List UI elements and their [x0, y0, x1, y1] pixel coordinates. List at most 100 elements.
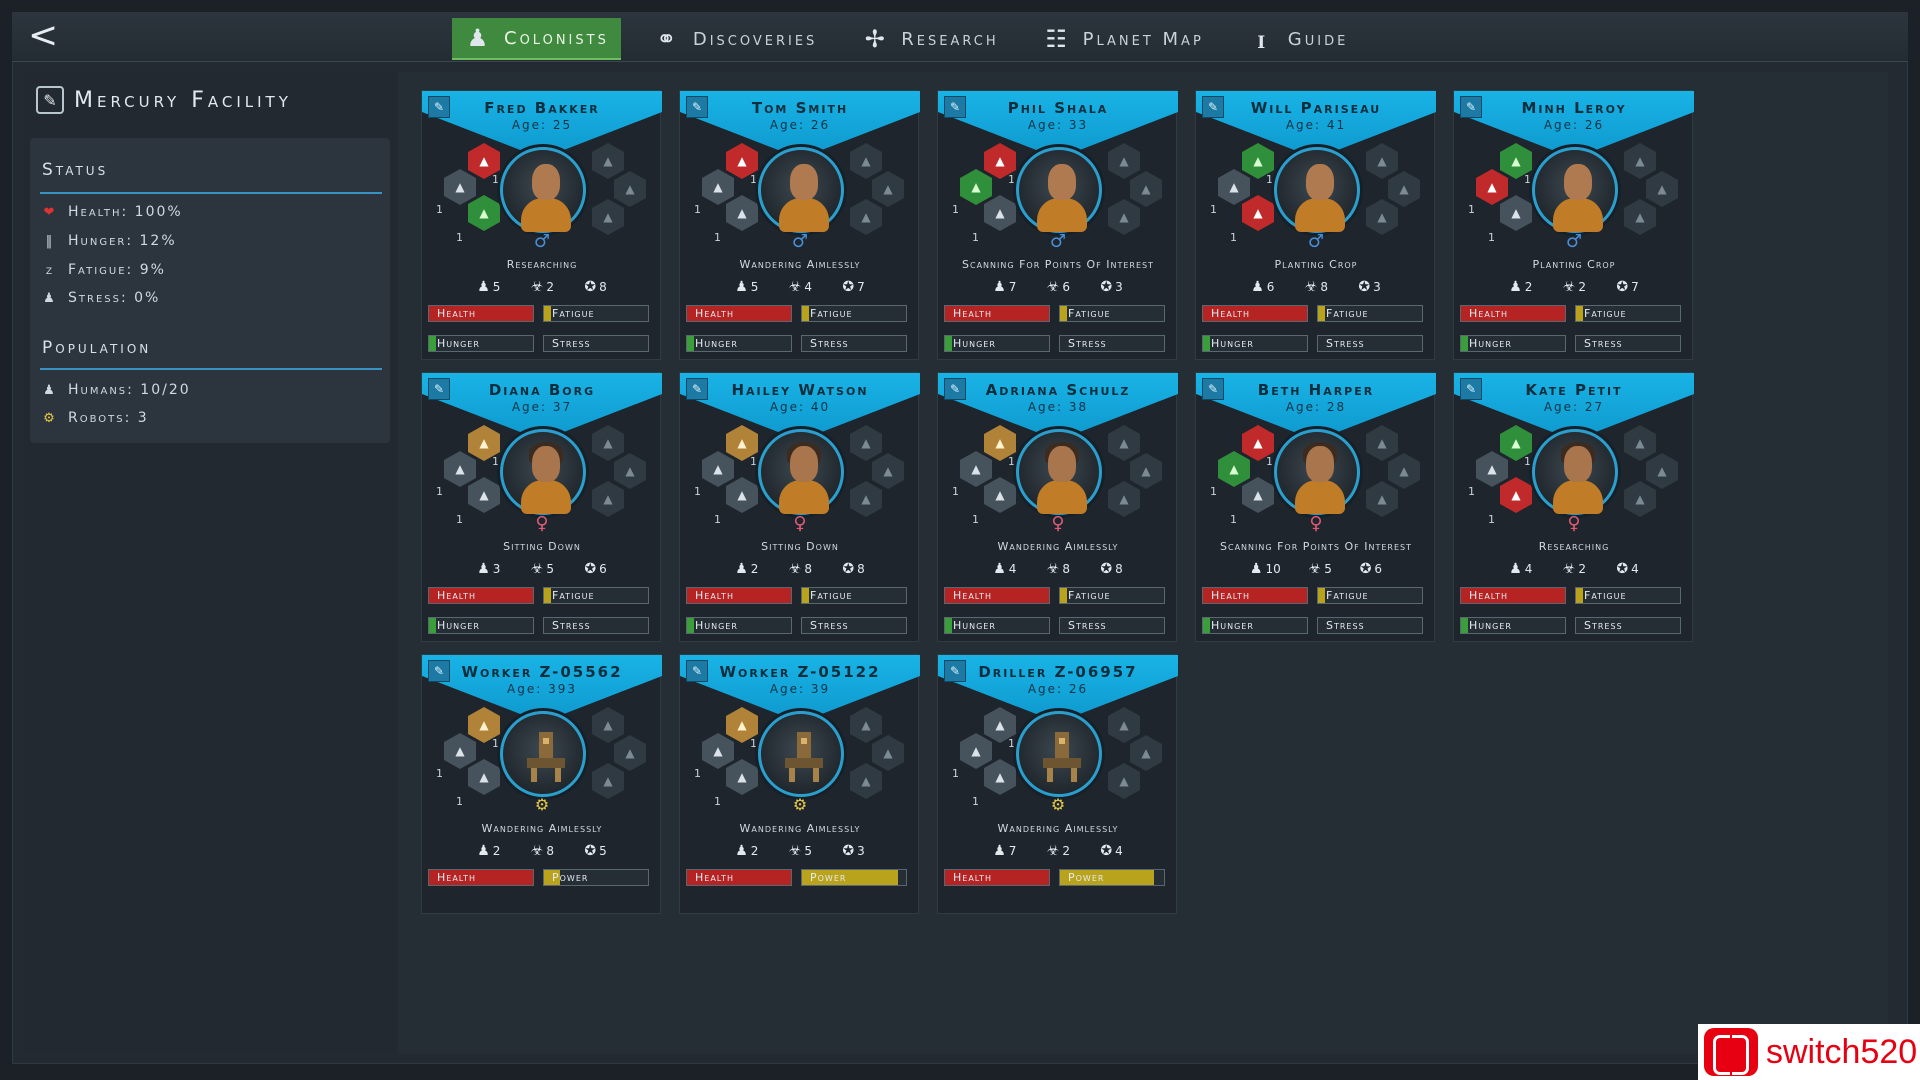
- colonist-portrait[interactable]: [500, 429, 586, 515]
- tab-research[interactable]: ✢ Research: [849, 18, 1010, 60]
- empty-slot-hex[interactable]: ▲: [1388, 171, 1420, 207]
- empty-slot-hex[interactable]: ▲: [1624, 199, 1656, 235]
- tab-discoveries[interactable]: ⚭ Discoveries: [641, 18, 829, 60]
- skill-hex[interactable]: ▲: [468, 477, 500, 513]
- colonist-card[interactable]: ✎ Diana Borg Age: 37 ▲ ▲ ▲ 1 1 1 ▲ ▲ ▲ ♀ Sitting Down…: [421, 372, 662, 642]
- colonist-card[interactable]: ✎ Worker Z-05122 Age: 39 ▲ ▲ ▲ 1 1 1 ▲ ▲ ▲ ⚙ Wanderin…: [679, 654, 920, 914]
- colonist-portrait[interactable]: [1532, 147, 1618, 233]
- empty-slot-hex[interactable]: ▲: [1108, 425, 1140, 461]
- skill-hex[interactable]: ▲: [468, 195, 500, 231]
- skill-hex[interactable]: ▲: [702, 733, 734, 769]
- skill-hex[interactable]: ▲: [726, 477, 758, 513]
- empty-slot-hex[interactable]: ▲: [1108, 707, 1140, 743]
- colonist-portrait[interactable]: [1274, 429, 1360, 515]
- empty-slot-hex[interactable]: ▲: [872, 453, 904, 489]
- empty-slot-hex[interactable]: ▲: [850, 425, 882, 461]
- skill-hex[interactable]: ▲: [960, 451, 992, 487]
- skill-hex[interactable]: ▲: [444, 733, 476, 769]
- empty-slot-hex[interactable]: ▲: [1130, 453, 1162, 489]
- empty-slot-hex[interactable]: ▲: [850, 143, 882, 179]
- colonist-card[interactable]: ✎ Phil Shala Age: 33 ▲ ▲ ▲ 1 1 1 ▲ ▲ ▲ ♂ Scanning For…: [937, 90, 1178, 360]
- empty-slot-hex[interactable]: ▲: [592, 199, 624, 235]
- skill-hex[interactable]: ▲: [726, 195, 758, 231]
- colonist-card[interactable]: ✎ Will Pariseau Age: 41 ▲ ▲ ▲ 1 1 1 ▲ ▲ ▲ ♂ Planting …: [1195, 90, 1436, 360]
- tab-planet-map[interactable]: ☷ Planet Map: [1031, 18, 1216, 60]
- empty-slot-hex[interactable]: ▲: [1366, 143, 1398, 179]
- colonist-card[interactable]: ✎ Minh Leroy Age: 26 ▲ ▲ ▲ 1 1 1 ▲ ▲ ▲ ♂ Planting Cro…: [1453, 90, 1694, 360]
- colonist-portrait[interactable]: [500, 147, 586, 233]
- skill-hex[interactable]: ▲: [468, 759, 500, 795]
- empty-slot-hex[interactable]: ▲: [1108, 143, 1140, 179]
- empty-slot-hex[interactable]: ▲: [592, 763, 624, 799]
- colonist-card[interactable]: ✎ Kate Petit Age: 27 ▲ ▲ ▲ 1 1 1 ▲ ▲ ▲ ♀ Researching ♟…: [1453, 372, 1694, 642]
- empty-slot-hex[interactable]: ▲: [1624, 425, 1656, 461]
- empty-slot-hex[interactable]: ▲: [592, 143, 624, 179]
- skill-hex[interactable]: ▲: [984, 759, 1016, 795]
- empty-slot-hex[interactable]: ▲: [850, 199, 882, 235]
- empty-slot-hex[interactable]: ▲: [614, 735, 646, 771]
- edit-facility-icon[interactable]: ✎: [36, 86, 64, 114]
- empty-slot-hex[interactable]: ▲: [872, 171, 904, 207]
- colonist-card[interactable]: ✎ Driller Z-06957 Age: 26 ▲ ▲ ▲ 1 1 1 ▲ ▲ ▲ ⚙ Wanderi…: [937, 654, 1178, 914]
- empty-slot-hex[interactable]: ▲: [872, 735, 904, 771]
- skill-hex[interactable]: ▲: [984, 195, 1016, 231]
- colonist-card[interactable]: ✎ Tom Smith Age: 26 ▲ ▲ ▲ 1 1 1 ▲ ▲ ▲ ♂ Wandering Aim…: [679, 90, 920, 360]
- empty-slot-hex[interactable]: ▲: [1108, 763, 1140, 799]
- skill-hex[interactable]: ▲: [1476, 451, 1508, 487]
- tab-guide[interactable]: i Guide: [1236, 18, 1361, 60]
- attr-social: ♟ 2: [477, 843, 501, 859]
- back-button[interactable]: <: [28, 16, 68, 56]
- colonist-portrait[interactable]: [500, 711, 586, 797]
- skill-hex[interactable]: ▲: [1242, 477, 1274, 513]
- colonist-portrait[interactable]: [1016, 429, 1102, 515]
- colonist-card[interactable]: ✎ Beth Harper Age: 28 ▲ ▲ ▲ 1 1 1 ▲ ▲ ▲ ♀ Scanning Fo…: [1195, 372, 1436, 642]
- empty-slot-hex[interactable]: ▲: [614, 453, 646, 489]
- skill-hex[interactable]: ▲: [960, 169, 992, 205]
- empty-slot-hex[interactable]: ▲: [614, 171, 646, 207]
- empty-slot-hex[interactable]: ▲: [1388, 453, 1420, 489]
- skill-hex[interactable]: ▲: [1476, 169, 1508, 205]
- skill-hex[interactable]: ▲: [984, 477, 1016, 513]
- skill-hex[interactable]: ▲: [1500, 477, 1532, 513]
- skill-hex[interactable]: ▲: [726, 759, 758, 795]
- colonist-card[interactable]: ✎ Adriana Schulz Age: 38 ▲ ▲ ▲ 1 1 1 ▲ ▲ ▲ ♀ Wanderin…: [937, 372, 1178, 642]
- empty-slot-hex[interactable]: ▲: [1624, 143, 1656, 179]
- colonist-portrait[interactable]: [1532, 429, 1618, 515]
- empty-slot-hex[interactable]: ▲: [1624, 481, 1656, 517]
- empty-slot-hex[interactable]: ▲: [1646, 171, 1678, 207]
- skill-hex[interactable]: ▲: [444, 169, 476, 205]
- colonist-portrait[interactable]: [758, 711, 844, 797]
- colonist-portrait[interactable]: [1274, 147, 1360, 233]
- empty-slot-hex[interactable]: ▲: [850, 763, 882, 799]
- empty-slot-hex[interactable]: ▲: [850, 481, 882, 517]
- colonist-age: Age: 27: [1543, 400, 1605, 414]
- empty-slot-hex[interactable]: ▲: [1130, 171, 1162, 207]
- skill-hex[interactable]: ▲: [1218, 451, 1250, 487]
- colonist-portrait[interactable]: [758, 147, 844, 233]
- empty-slot-hex[interactable]: ▲: [1366, 425, 1398, 461]
- colonist-portrait[interactable]: [1016, 711, 1102, 797]
- empty-slot-hex[interactable]: ▲: [1108, 199, 1140, 235]
- colonist-card[interactable]: ✎ Hailey Watson Age: 40 ▲ ▲ ▲ 1 1 1 ▲ ▲ ▲ ♀ Sitting D…: [679, 372, 920, 642]
- skill-hex[interactable]: ▲: [1242, 195, 1274, 231]
- colonist-portrait[interactable]: [1016, 147, 1102, 233]
- empty-slot-hex[interactable]: ▲: [1108, 481, 1140, 517]
- colonist-card[interactable]: ✎ Fred Bakker Age: 25 ▲ ▲ ▲ 1 1 1 ▲ ▲ ▲ ♂ Researching…: [421, 90, 662, 360]
- skill-hex[interactable]: ▲: [444, 451, 476, 487]
- tab-colonists[interactable]: ♟ Colonists: [452, 18, 621, 60]
- empty-slot-hex[interactable]: ▲: [1130, 735, 1162, 771]
- empty-slot-hex[interactable]: ▲: [592, 707, 624, 743]
- empty-slot-hex[interactable]: ▲: [592, 425, 624, 461]
- empty-slot-hex[interactable]: ▲: [1366, 199, 1398, 235]
- skill-hex[interactable]: ▲: [702, 169, 734, 205]
- skill-hex[interactable]: ▲: [960, 733, 992, 769]
- empty-slot-hex[interactable]: ▲: [1366, 481, 1398, 517]
- empty-slot-hex[interactable]: ▲: [592, 481, 624, 517]
- skill-hex[interactable]: ▲: [1218, 169, 1250, 205]
- empty-slot-hex[interactable]: ▲: [1646, 453, 1678, 489]
- colonist-card[interactable]: ✎ Worker Z-05562 Age: 393 ▲ ▲ ▲ 1 1 1 ▲ ▲ ▲ ⚙ Wanderi…: [421, 654, 662, 914]
- skill-hex[interactable]: ▲: [1500, 195, 1532, 231]
- skill-hex[interactable]: ▲: [702, 451, 734, 487]
- empty-slot-hex[interactable]: ▲: [850, 707, 882, 743]
- colonist-portrait[interactable]: [758, 429, 844, 515]
